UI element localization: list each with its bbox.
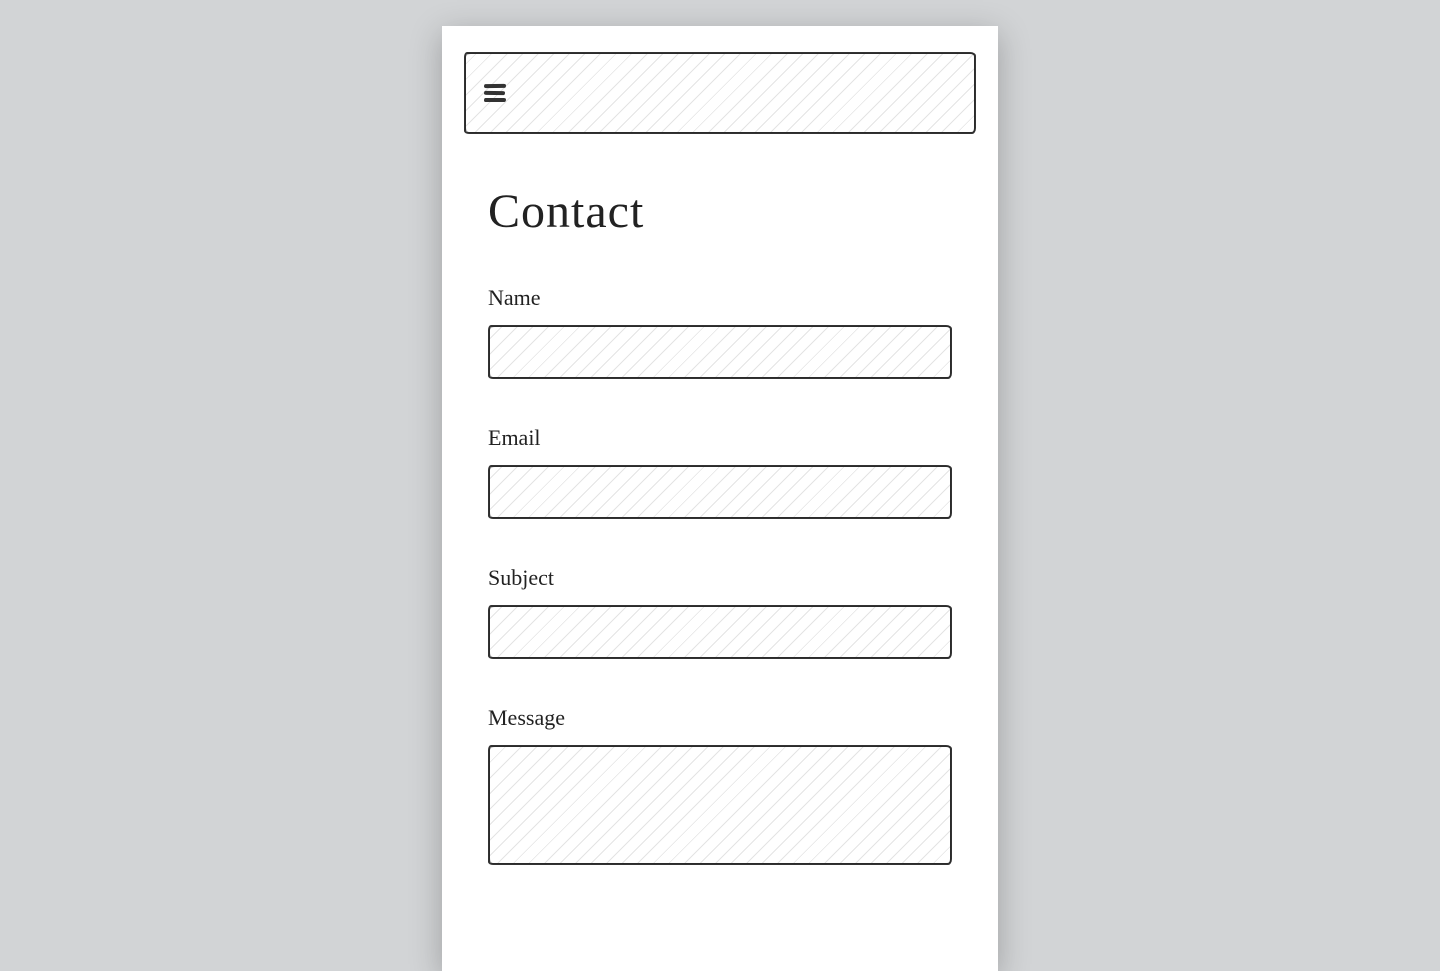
email-label: Email [488,425,952,451]
device-frame: Contact Name Email Subject Message [442,26,998,971]
email-input-wrap [488,465,952,519]
page-title: Contact [488,184,952,239]
field-message: Message [488,705,952,865]
message-label: Message [488,705,952,731]
subject-input-wrap [488,605,952,659]
subject-label: Subject [488,565,952,591]
name-input[interactable] [490,327,950,377]
email-input[interactable] [490,467,950,517]
field-name: Name [488,285,952,379]
message-input[interactable] [490,747,950,863]
field-subject: Subject [488,565,952,659]
content-area: Contact Name Email Subject Message [442,134,998,865]
name-input-wrap [488,325,952,379]
field-email: Email [488,425,952,519]
hamburger-menu-icon[interactable] [484,84,506,102]
message-input-wrap [488,745,952,865]
top-bar [464,52,976,134]
subject-input[interactable] [490,607,950,657]
name-label: Name [488,285,952,311]
